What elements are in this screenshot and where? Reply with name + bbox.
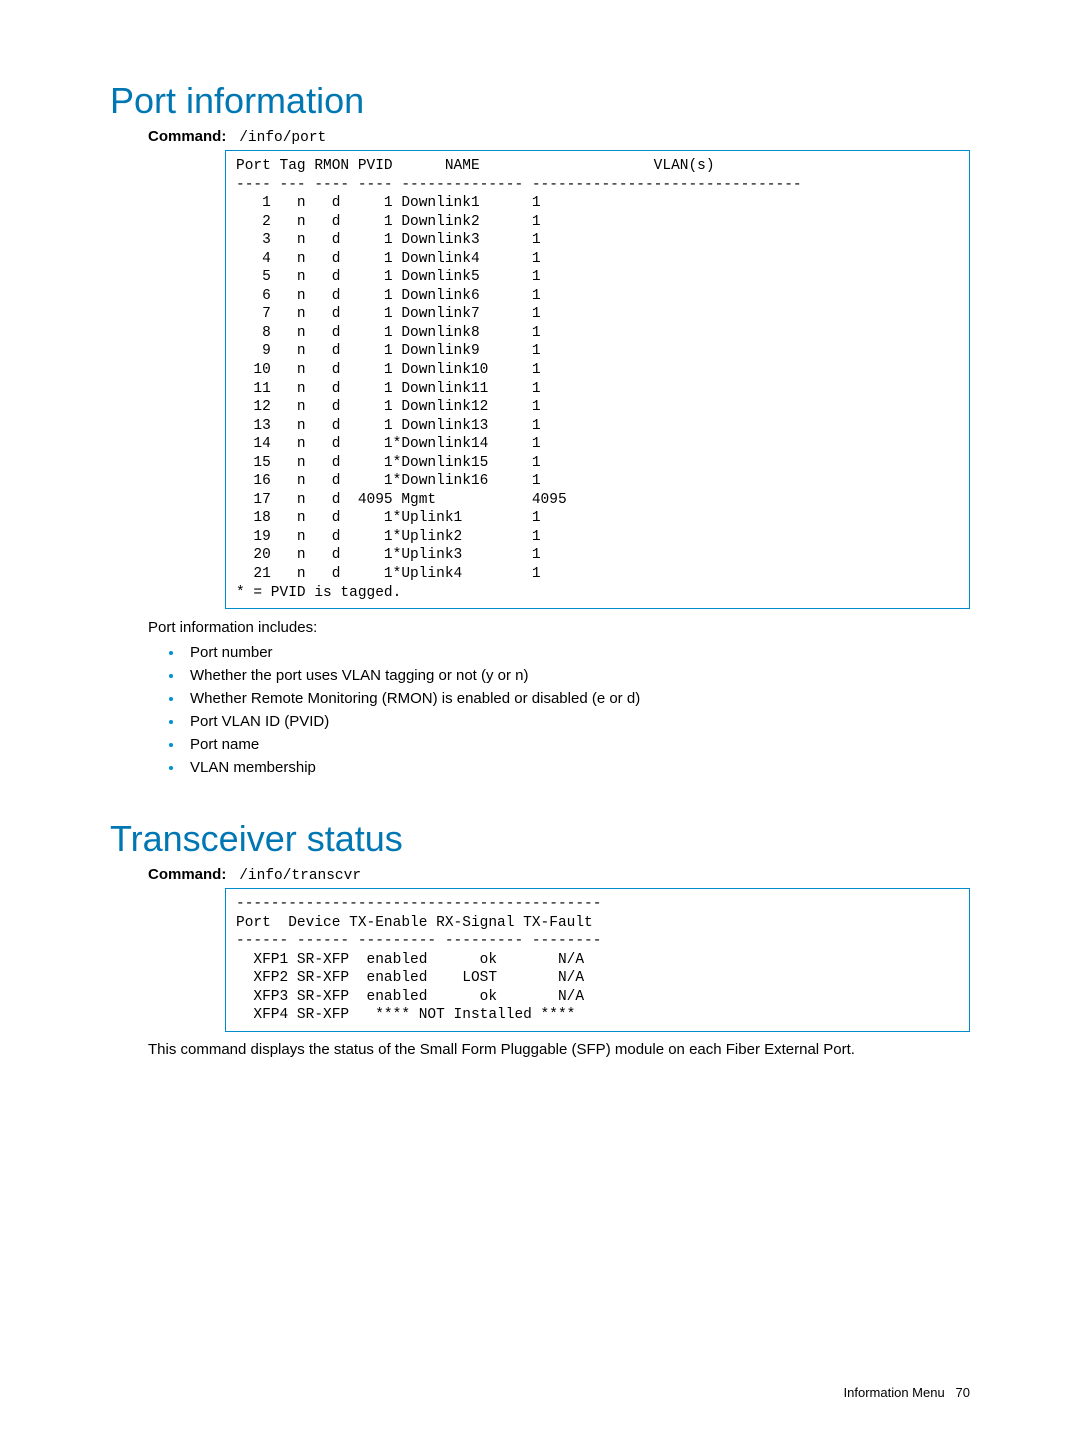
command-value bbox=[231, 868, 240, 884]
list-item: VLAN membership bbox=[184, 759, 970, 776]
port-info-intro: Port information includes: bbox=[148, 619, 970, 636]
command-line-transcvr: Command: /info/transcvr bbox=[148, 866, 970, 884]
list-item: Whether the port uses VLAN tagging or no… bbox=[184, 667, 970, 684]
port-info-bullets: Port number Whether the port uses VLAN t… bbox=[148, 644, 970, 776]
transceiver-body-text: This command displays the status of the … bbox=[148, 1040, 932, 1060]
footer-page-number: 70 bbox=[956, 1385, 970, 1400]
codeblock-transceiver: ----------------------------------------… bbox=[225, 888, 970, 1032]
command-value bbox=[231, 130, 240, 146]
command-value-text: /info/port bbox=[239, 130, 326, 146]
section-title-port-information: Port information bbox=[110, 80, 970, 122]
list-item: Port VLAN ID (PVID) bbox=[184, 713, 970, 730]
codeblock-port-info: Port Tag RMON PVID NAME VLAN(s) ---- ---… bbox=[225, 150, 970, 609]
command-label: Command: bbox=[148, 128, 226, 145]
list-item: Whether Remote Monitoring (RMON) is enab… bbox=[184, 690, 970, 707]
command-label: Command: bbox=[148, 866, 226, 883]
section-title-transceiver-status: Transceiver status bbox=[110, 818, 970, 860]
command-line-port: Command: /info/port bbox=[148, 128, 970, 146]
page-footer: Information Menu 70 bbox=[844, 1385, 970, 1400]
command-value-text: /info/transcvr bbox=[239, 868, 361, 884]
list-item: Port name bbox=[184, 736, 970, 753]
footer-section: Information Menu bbox=[844, 1385, 945, 1400]
list-item: Port number bbox=[184, 644, 970, 661]
